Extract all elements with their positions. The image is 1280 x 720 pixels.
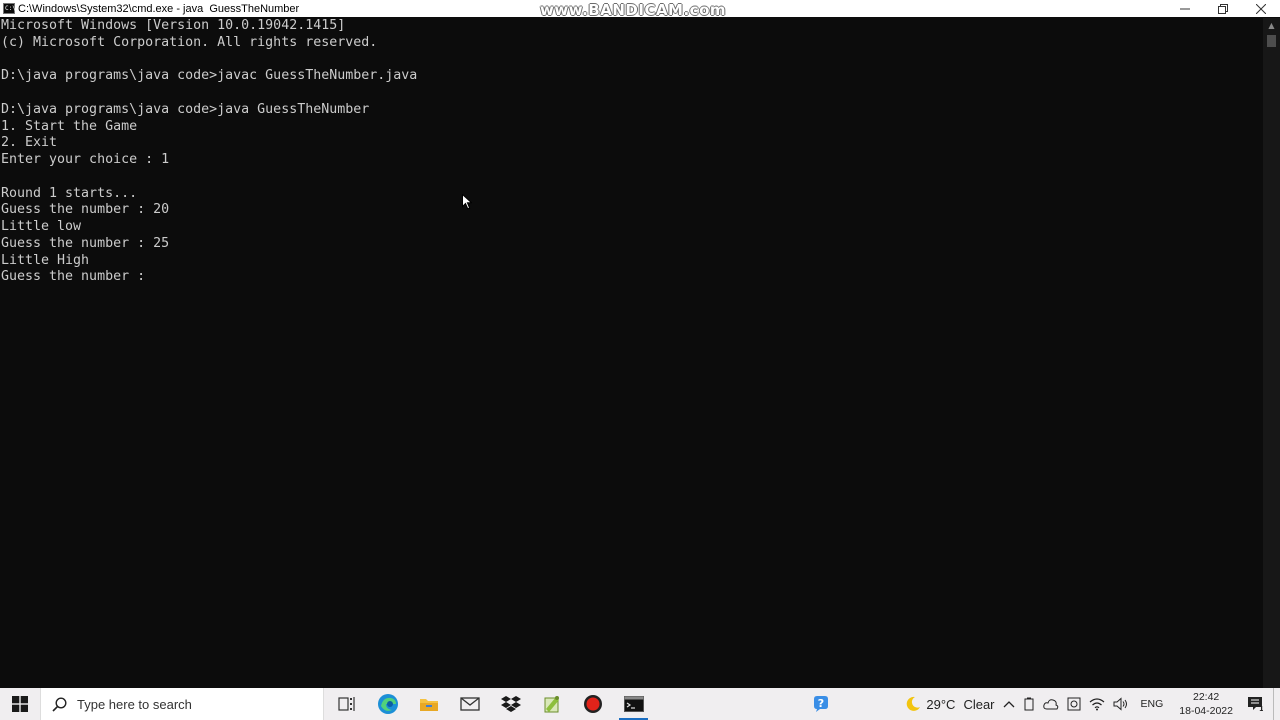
- restore-button[interactable]: [1204, 0, 1242, 17]
- svg-text:1: 1: [1259, 705, 1263, 712]
- notifications-button[interactable]: 1: [1241, 688, 1269, 720]
- console-line: Guess the number :: [1, 269, 154, 285]
- volume-button[interactable]: [1109, 688, 1133, 720]
- help-button[interactable]: ?: [807, 688, 835, 720]
- cmd-window: C:\ C:\Windows\System32\cmd.exe - java G…: [0, 0, 1280, 688]
- tray-battery-button[interactable]: [1019, 688, 1039, 720]
- file-explorer-icon: [419, 699, 438, 711]
- console-line: Little High: [1, 252, 90, 268]
- taskbar-search-box[interactable]: Type here to search: [40, 688, 324, 720]
- console-line: Little low: [1, 219, 82, 234]
- mouse-pointer-icon: [462, 193, 473, 214]
- show-hidden-icons-button[interactable]: [999, 688, 1019, 720]
- console-line: Guess the number : 25: [1, 235, 170, 251]
- cloud-icon: [1042, 699, 1058, 710]
- dropbox-button[interactable]: [490, 688, 531, 720]
- settings-icon: [1067, 697, 1081, 711]
- console-line: 1. Start the Game: [1, 118, 138, 134]
- bandicam-button[interactable]: [572, 688, 613, 720]
- console-line: Guess the number : 20: [1, 202, 170, 218]
- notepad-plus-button[interactable]: [531, 688, 572, 720]
- windows-logo-icon: [12, 696, 28, 712]
- task-view-icon: [337, 697, 355, 711]
- edge-button[interactable]: [367, 688, 408, 720]
- command-prompt-button[interactable]: [613, 688, 654, 720]
- console-line: D:\java programs\java code>javac GuessTh…: [1, 68, 418, 84]
- help-icon: ?: [814, 696, 829, 712]
- cmd-icon: C:\: [3, 3, 16, 14]
- notification-icon: 1: [1248, 697, 1263, 712]
- show-desktop-button[interactable]: [1273, 688, 1280, 720]
- tray-cloud-button[interactable]: [1039, 688, 1063, 720]
- battery-icon: [1024, 697, 1034, 711]
- window-controls: [1166, 0, 1280, 17]
- clock[interactable]: 22:42 18-04-2022: [1171, 688, 1241, 720]
- network-button[interactable]: [1085, 688, 1109, 720]
- window-title: C:\Windows\System32\cmd.exe - java Guess…: [18, 2, 300, 15]
- chevron-up-icon: [1003, 701, 1014, 708]
- console-line: (c) Microsoft Corporation. All rights re…: [1, 34, 378, 50]
- taskbar: Type here to search ? 29°C Clear ENG 22:…: [0, 688, 1280, 720]
- edge-icon: [377, 694, 398, 714]
- console-line: D:\java programs\java code>java GuessThe…: [1, 101, 370, 117]
- console-line: Round 1 starts...: [1, 185, 138, 201]
- notepad-plus-icon: [544, 696, 559, 713]
- scroll-thumb[interactable]: [1267, 35, 1276, 47]
- start-button[interactable]: [0, 688, 40, 720]
- restore-icon: [1218, 3, 1228, 14]
- dropbox-icon: [500, 696, 521, 712]
- bandicam-watermark: www.BANDICAM.com: [540, 1, 727, 19]
- tray-settings-button[interactable]: [1063, 688, 1085, 720]
- title-bar[interactable]: C:\ C:\Windows\System32\cmd.exe - java G…: [0, 0, 1280, 19]
- minimize-button[interactable]: [1166, 0, 1204, 17]
- mail-button[interactable]: [449, 688, 490, 720]
- clock-time: 22:42: [1193, 691, 1220, 703]
- wifi-icon: [1089, 698, 1104, 711]
- command-prompt-icon: [623, 696, 644, 712]
- language-indicator[interactable]: ENG: [1133, 688, 1172, 720]
- file-explorer-button[interactable]: [408, 688, 449, 720]
- close-icon: [1256, 3, 1266, 14]
- console-output[interactable]: Microsoft Windows [Version 10.0.19042.14…: [0, 18, 1265, 686]
- weather-widget[interactable]: 29°C Clear: [901, 688, 998, 720]
- weather-description: Clear: [963, 696, 995, 712]
- vertical-scrollbar[interactable]: ▲: [1263, 18, 1280, 688]
- close-button[interactable]: [1242, 0, 1280, 17]
- console-line: Microsoft Windows [Version 10.0.19042.14…: [1, 18, 346, 33]
- record-icon: [583, 695, 602, 713]
- mail-icon: [459, 697, 480, 711]
- weather-temperature: 29°C: [926, 696, 956, 712]
- moon-icon: [907, 696, 921, 711]
- system-tray: ? 29°C Clear ENG 22:42 18-04-2022 1: [807, 688, 1280, 720]
- svg-text:?: ?: [818, 697, 824, 710]
- speaker-icon: [1113, 697, 1127, 711]
- console-line: Enter your choice : 1: [1, 152, 170, 167]
- clock-date: 18-04-2022: [1179, 705, 1233, 717]
- minimize-icon: [1180, 8, 1190, 9]
- search-placeholder: Type here to search: [77, 696, 192, 712]
- task-view-button[interactable]: [326, 688, 367, 720]
- console-line: 2. Exit: [1, 135, 58, 151]
- scroll-up-icon[interactable]: ▲: [1263, 18, 1280, 33]
- search-icon: [52, 696, 67, 712]
